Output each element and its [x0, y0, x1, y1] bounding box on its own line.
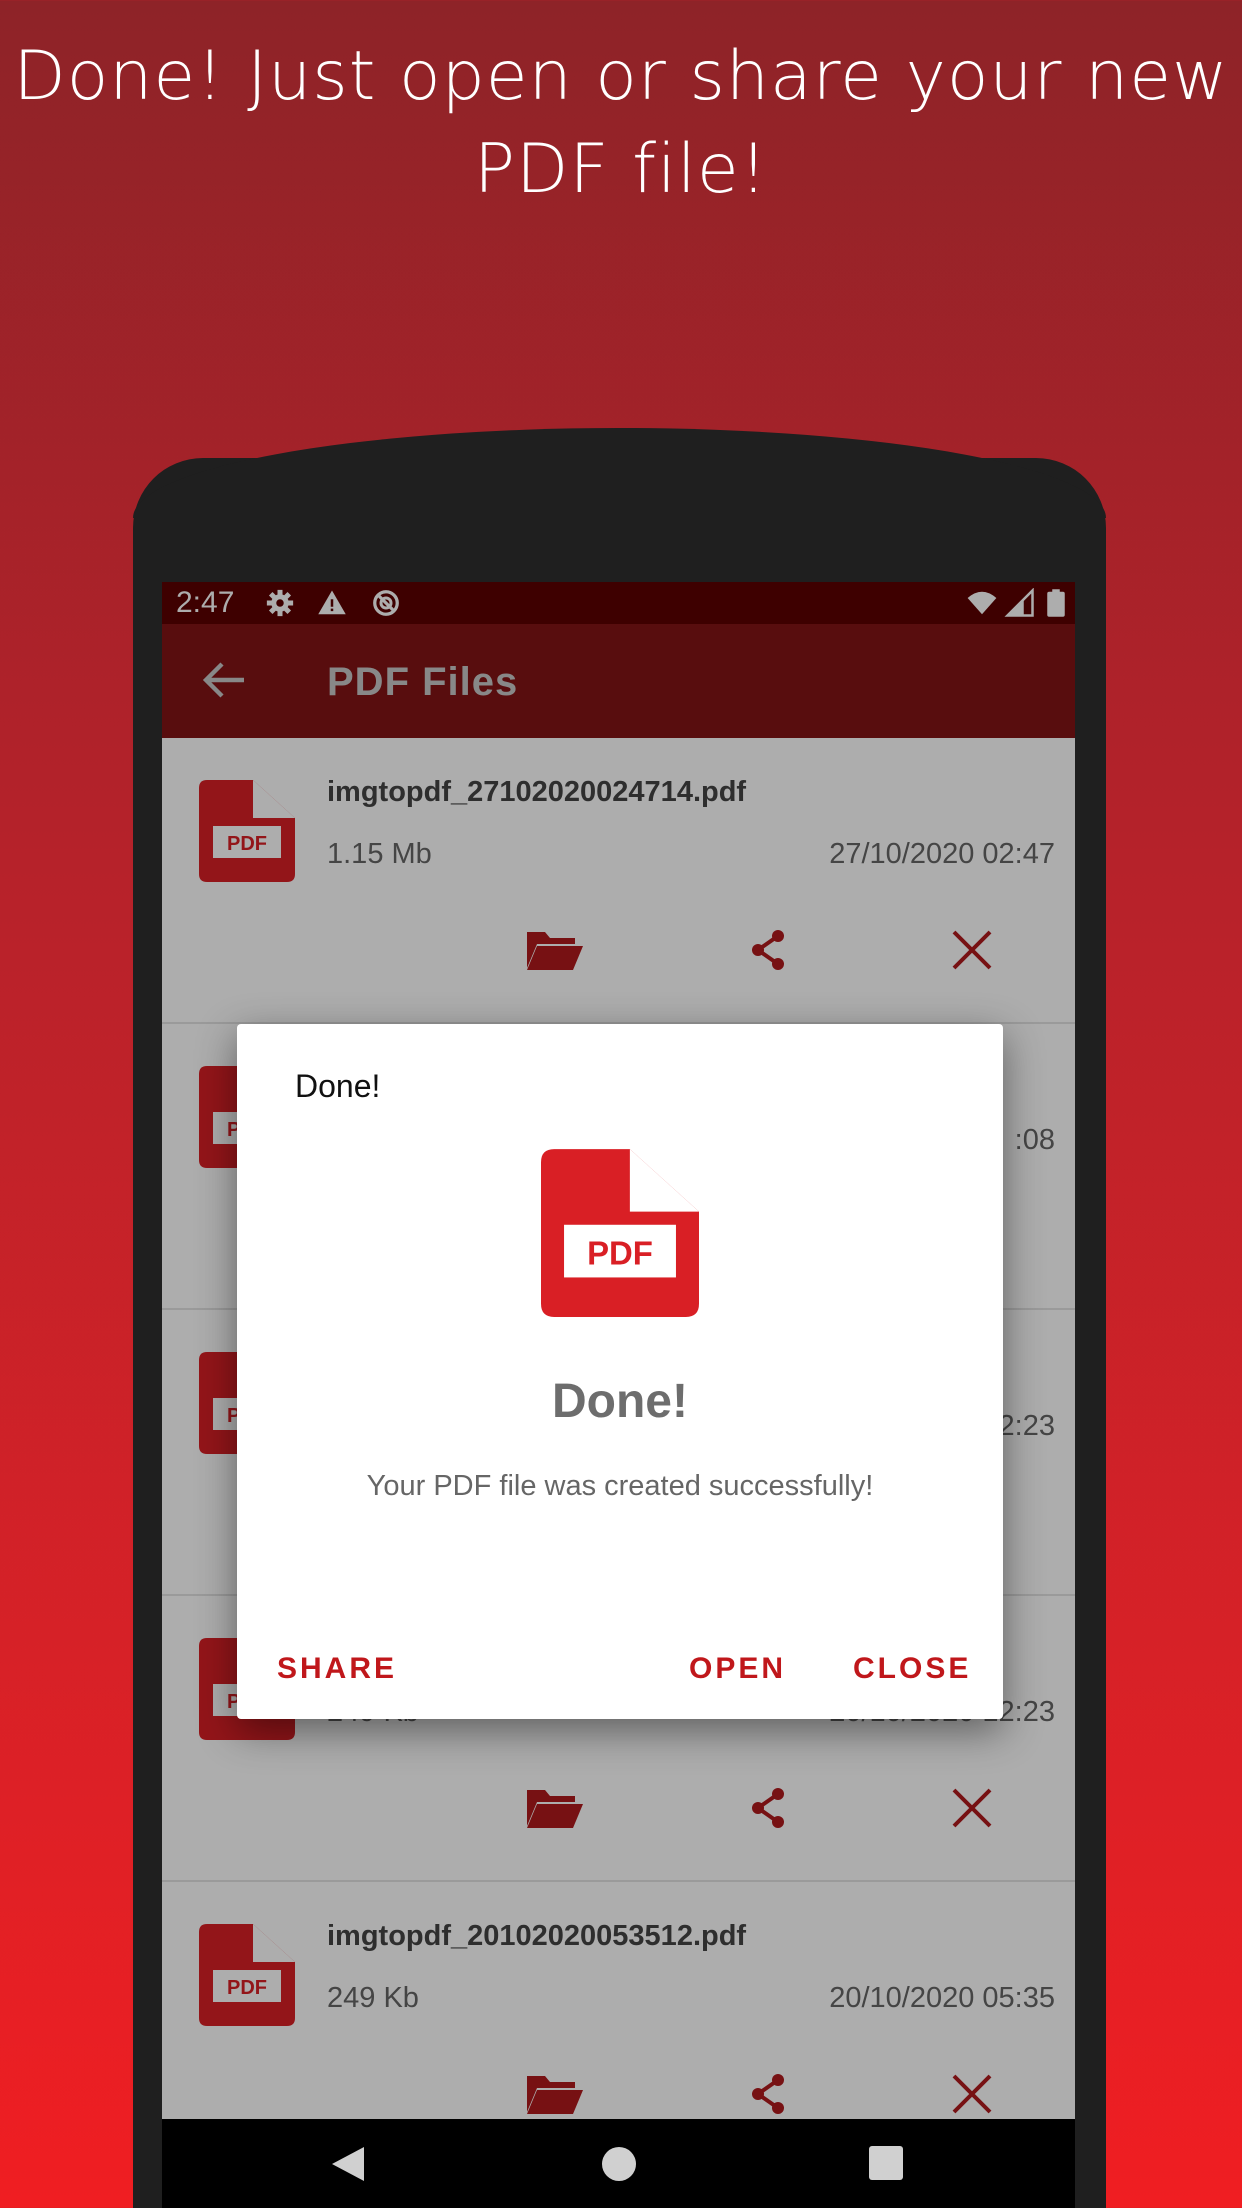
dialog-heading: Done!: [552, 1375, 688, 1428]
phone-screen: 2:47 PDF Files PDF imgtopdf_271020200247…: [162, 582, 1075, 2208]
promo-line-2: PDF file!: [474, 130, 768, 209]
recents-square-icon[interactable]: [868, 2145, 904, 2181]
close-button[interactable]: CLOSE: [853, 1652, 971, 1686]
home-circle-icon[interactable]: [600, 2145, 638, 2183]
promo-line-1: Done! Just open or share your new: [13, 37, 1229, 116]
back-triangle-icon[interactable]: [330, 2145, 366, 2183]
share-button[interactable]: SHARE: [277, 1652, 397, 1686]
navigation-bar: [162, 2119, 1075, 2208]
open-button[interactable]: OPEN: [689, 1652, 786, 1686]
dialog-title: Done!: [295, 1068, 381, 1104]
done-dialog: Done! PDF Done! Your PDF file was create…: [237, 1024, 1003, 1719]
promo-headline: Done! Just open or share your new PDF fi…: [0, 30, 1242, 216]
pdf-file-icon: PDF: [541, 1149, 699, 1317]
pdf-label: PDF: [587, 1234, 653, 1271]
dialog-message: Your PDF file was created successfully!: [366, 1470, 874, 1502]
